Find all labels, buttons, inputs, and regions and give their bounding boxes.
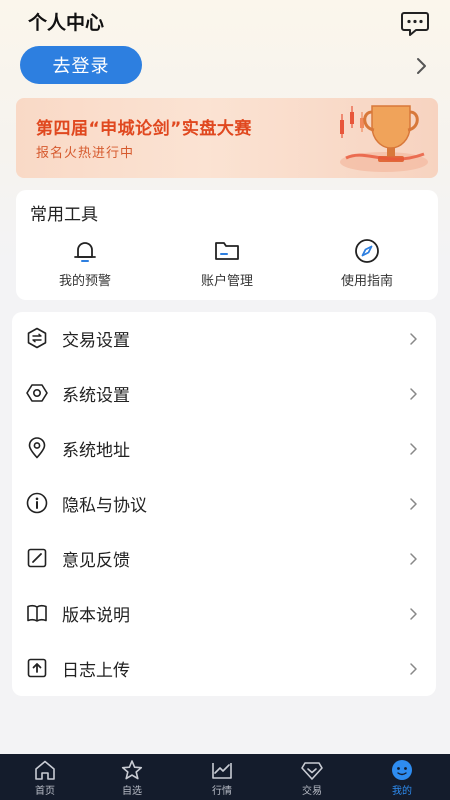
- exchange-hexagon-icon: [27, 327, 47, 349]
- common-tools-card: 常用工具 我的预警 账户管理 使用指南: [16, 190, 438, 300]
- trophy-candlestick-icon: [340, 105, 428, 172]
- chevron-right-icon: [410, 333, 417, 345]
- menu-item-label: 系统地址: [62, 441, 130, 461]
- info-circle-icon: [26, 492, 48, 514]
- chevron-right-icon: [410, 608, 417, 620]
- chevron-right-icon[interactable]: [412, 56, 430, 76]
- chat-bubble-icon: [401, 12, 429, 36]
- chevron-right-icon: [410, 553, 417, 565]
- book-icon: [27, 605, 47, 622]
- menu-item-label: 日志上传: [62, 661, 130, 681]
- tool-label: 我的预警: [58, 274, 111, 289]
- trade-diamond-icon: [301, 762, 323, 780]
- menu-item-label: 版本说明: [62, 606, 130, 626]
- tab-label: 自选: [122, 786, 142, 797]
- upload-icon: [27, 658, 47, 678]
- tool-account-management[interactable]: 账户管理: [172, 238, 282, 294]
- messages-button[interactable]: [400, 10, 430, 38]
- tab-market[interactable]: 行情: [177, 754, 267, 800]
- banner-title: 第四届“申城论剑”实盘大赛: [36, 119, 252, 139]
- menu-item-label: 系统设置: [62, 386, 130, 406]
- menu-item-system-settings[interactable]: 系统设置: [12, 367, 436, 421]
- menu-item-log-upload[interactable]: 日志上传: [12, 642, 436, 696]
- tab-watchlist[interactable]: 自选: [87, 754, 177, 800]
- menu-item-feedback[interactable]: 意见反馈: [12, 532, 436, 586]
- page-title: 个人中心: [28, 12, 105, 34]
- banner-subtitle: 报名火热进行中: [36, 146, 135, 161]
- tab-profile[interactable]: 我的: [357, 754, 447, 800]
- tab-home[interactable]: 首页: [0, 754, 90, 800]
- bell-icon: [74, 242, 96, 262]
- tool-my-alerts[interactable]: 我的预警: [30, 238, 140, 294]
- menu-item-label: 交易设置: [62, 331, 130, 351]
- chevron-right-icon: [410, 388, 417, 400]
- tab-label: 交易: [302, 786, 322, 797]
- menu-item-label: 隐私与协议: [62, 496, 147, 516]
- tool-label: 账户管理: [200, 274, 253, 289]
- tool-user-guide[interactable]: 使用指南: [312, 238, 422, 294]
- settings-menu-card: 交易设置 系统设置 系统地址 隐私与协议 意见反馈 版本说明 日志上传: [12, 312, 436, 696]
- tab-label: 首页: [35, 786, 55, 797]
- login-row[interactable]: 去登录: [0, 42, 450, 90]
- star-icon: [121, 760, 143, 780]
- profile-icon: [392, 760, 412, 780]
- menu-item-version-notes[interactable]: 版本说明: [12, 587, 436, 641]
- menu-item-system-address[interactable]: 系统地址: [12, 422, 436, 476]
- tab-label: 行情: [212, 786, 232, 797]
- bottom-tab-bar: 首页 自选 行情 交易 我的: [0, 754, 450, 800]
- menu-item-label: 意见反馈: [62, 551, 130, 571]
- menu-item-trade-settings[interactable]: 交易设置: [12, 312, 436, 366]
- competition-banner[interactable]: 第四届“申城论剑”实盘大赛 报名火热进行中: [16, 98, 438, 178]
- market-chart-icon: [212, 763, 232, 779]
- chevron-right-icon: [410, 443, 417, 455]
- tab-trade[interactable]: 交易: [267, 754, 357, 800]
- login-button[interactable]: 去登录: [20, 46, 142, 84]
- home-icon: [35, 760, 55, 780]
- tab-label: 我的: [392, 786, 412, 797]
- compass-icon: [355, 239, 379, 263]
- settings-hexagon-icon: [26, 384, 48, 402]
- location-pin-icon: [28, 437, 46, 459]
- header: 个人中心: [0, 0, 450, 44]
- menu-item-privacy-agreement[interactable]: 隐私与协议: [12, 477, 436, 531]
- chevron-right-icon: [410, 498, 417, 510]
- edit-square-icon: [27, 548, 47, 568]
- folder-icon: [215, 242, 239, 260]
- tool-label: 使用指南: [340, 274, 393, 289]
- chevron-right-icon: [410, 663, 417, 675]
- tools-title: 常用工具: [30, 205, 98, 225]
